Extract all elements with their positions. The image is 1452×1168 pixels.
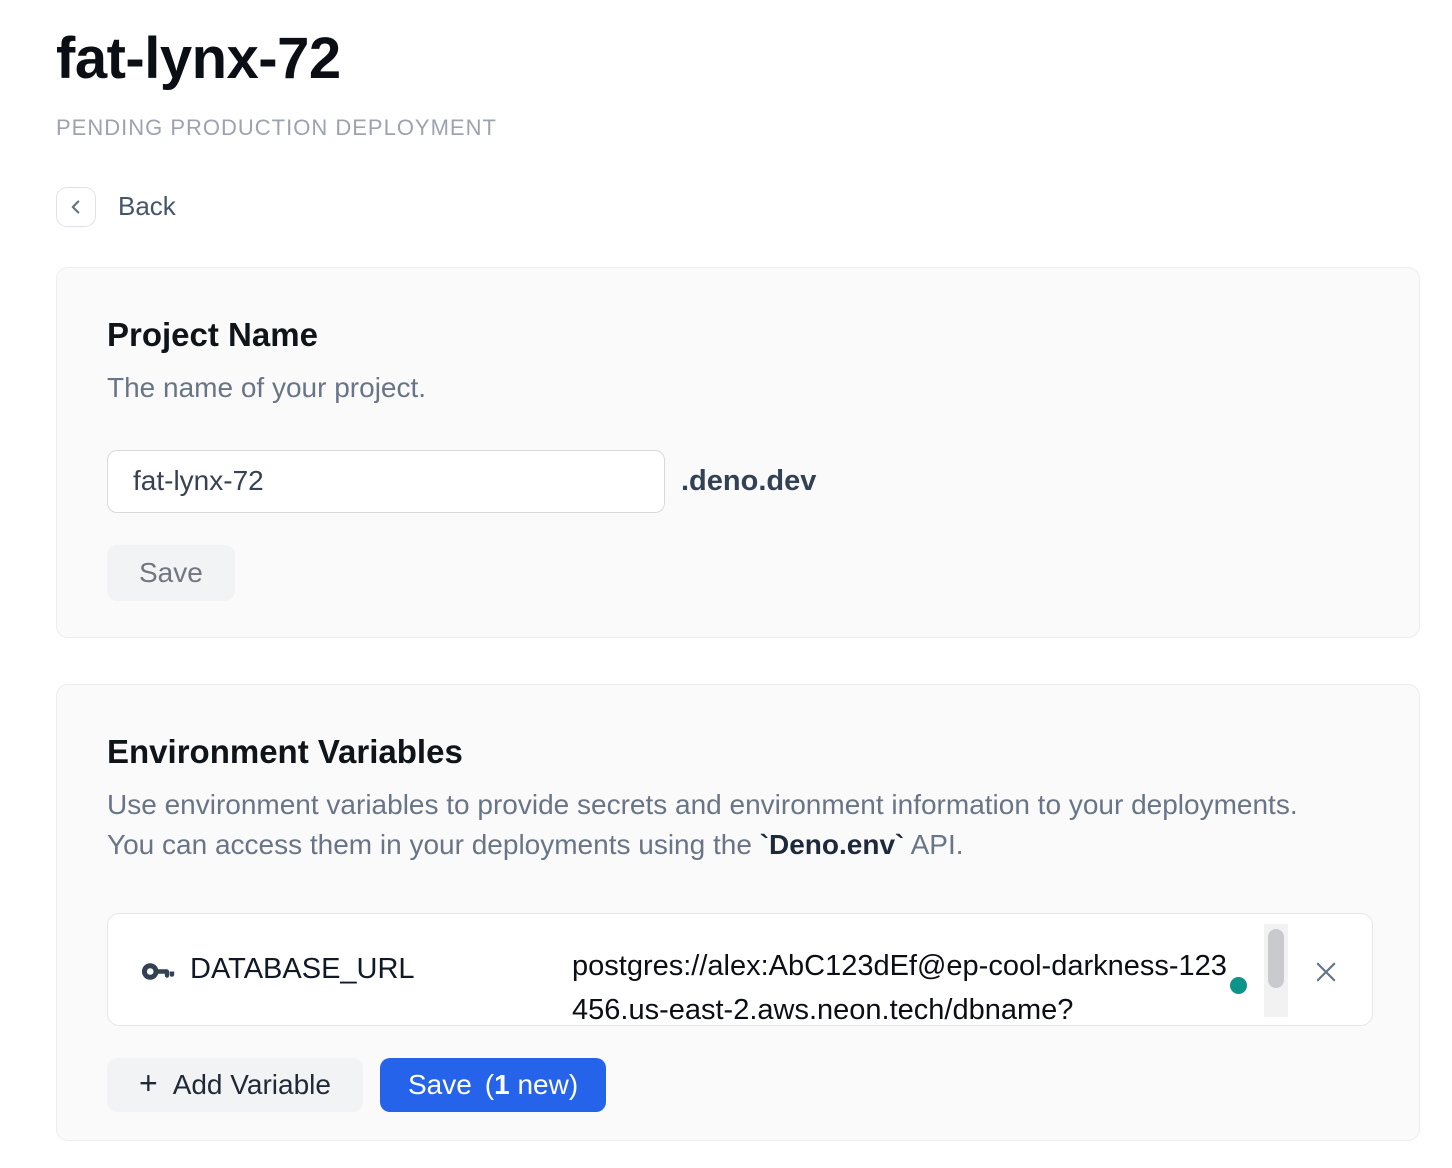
environment-variables-heading: Environment Variables: [107, 733, 1369, 771]
env-actions-row: + Add Variable Save (1 new): [107, 1058, 1369, 1112]
chevron-left-icon: [65, 196, 87, 218]
deployment-status-label: PENDING PRODUCTION DEPLOYMENT: [56, 115, 1452, 141]
project-settings-page: fat-lynx-72 PENDING PRODUCTION DEPLOYMEN…: [0, 0, 1452, 1141]
key-icon: [142, 961, 175, 987]
env-save-count-badge: (1 new): [485, 1069, 578, 1101]
environment-variables-description: Use environment variables to provide sec…: [107, 785, 1322, 865]
environment-variables-card: Environment Variables Use environment va…: [56, 684, 1420, 1141]
project-name-input[interactable]: [107, 450, 665, 513]
env-variable-value[interactable]: postgres://alex:AbC123dEf@ep-cool-darkne…: [572, 914, 1232, 1026]
env-save-button[interactable]: Save (1 new): [380, 1058, 606, 1112]
env-variable-key: DATABASE_URL: [190, 953, 415, 986]
project-name-input-row: .deno.dev: [107, 450, 1369, 513]
page-title: fat-lynx-72: [56, 26, 1452, 93]
value-scrollbar-thumb[interactable]: [1268, 929, 1284, 988]
new-variable-indicator-dot: [1230, 977, 1247, 994]
deno-env-code: `Deno.env`: [760, 829, 905, 860]
project-name-save-button[interactable]: Save: [107, 545, 235, 601]
description-text: Use environment variables to provide sec…: [107, 789, 1298, 860]
env-save-label: Save: [408, 1069, 472, 1101]
back-label: Back: [118, 191, 176, 222]
value-scrollbar-track[interactable]: [1264, 924, 1288, 1017]
plus-icon: +: [139, 1067, 158, 1099]
project-name-heading: Project Name: [107, 316, 1369, 354]
back-button[interactable]: [56, 187, 96, 227]
add-variable-button[interactable]: + Add Variable: [107, 1058, 363, 1112]
remove-variable-button[interactable]: [1304, 950, 1348, 994]
project-name-description: The name of your project.: [107, 368, 1322, 408]
domain-suffix-label: .deno.dev: [681, 465, 816, 498]
add-variable-label: Add Variable: [173, 1069, 331, 1101]
x-icon: [1311, 957, 1341, 987]
env-variable-row: DATABASE_URL postgres://alex:AbC123dEf@e…: [107, 913, 1373, 1026]
project-name-card: Project Name The name of your project. .…: [56, 267, 1420, 638]
back-navigation: Back: [56, 187, 1452, 227]
description-text-end: API.: [904, 829, 963, 860]
